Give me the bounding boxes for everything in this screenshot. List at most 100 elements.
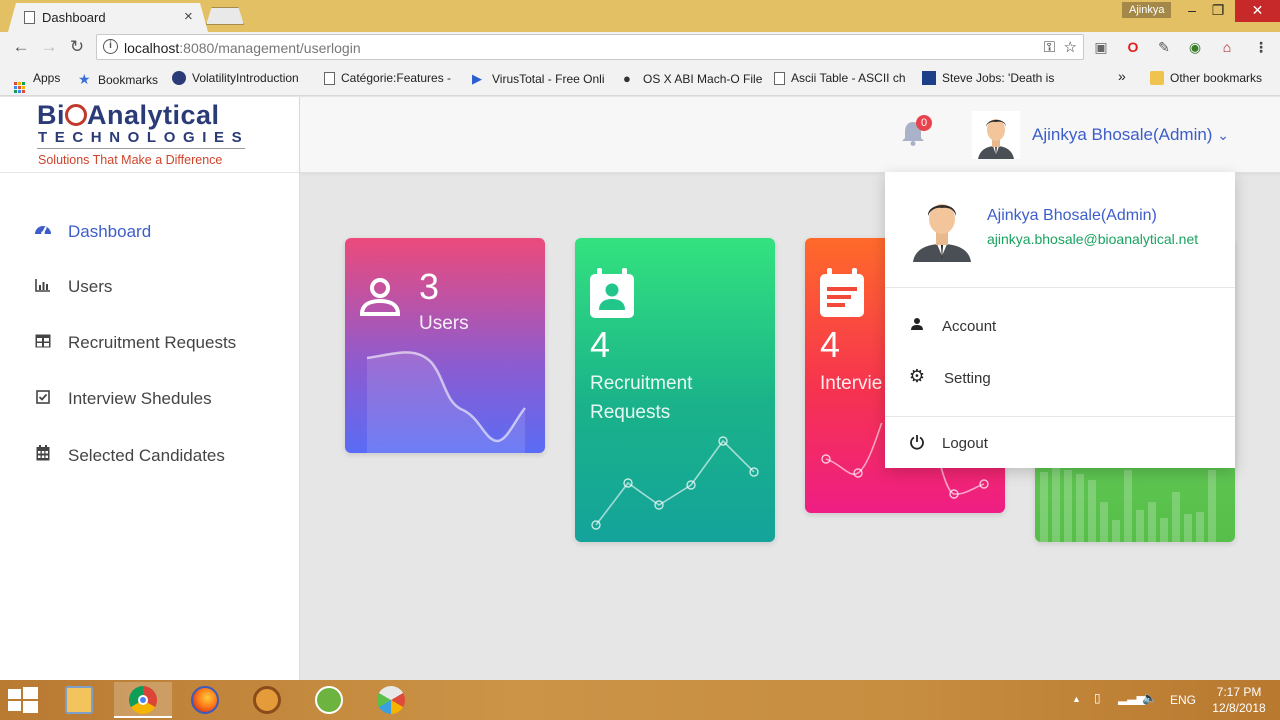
document-icon [774,72,785,85]
taskbar-monkey-app[interactable] [238,682,296,718]
bookmark-virustotal[interactable]: ▶ VirusTotal - Free Onli [472,71,604,86]
sidebar: Bi Analytical TECHNOLOGIES Solutions That… [0,97,300,680]
close-window-button[interactable]: ✕ [1235,0,1280,22]
site-info-icon[interactable]: i [103,39,118,54]
key-icon[interactable]: ⚿ [1044,39,1055,56]
folder-icon [1150,71,1164,85]
taskbar-paint[interactable] [362,682,420,718]
menu-item-account[interactable]: Account [885,307,1235,347]
users-sparkline [366,351,526,453]
sidebar-item-label: Recruitment Requests [68,333,237,352]
bookmark-bookmarks[interactable]: ★ Bookmarks [78,71,158,87]
address-url[interactable]: localhost:8080/management/userlogin [124,40,361,56]
company-logo[interactable]: Bi Analytical TECHNOLOGIES Solutions That… [0,97,300,173]
reload-button[interactable]: ↻ [66,36,88,58]
page-favicon-icon [24,11,35,24]
virustotal-icon: ▶ [472,71,482,86]
bookmark-steve-jobs[interactable]: Steve Jobs: 'Death is [922,71,1054,85]
address-bar[interactable]: i localhost:8080/management/userlogin ⚿ … [96,34,1084,60]
logo-wordmark: Bi Analytical [37,100,220,130]
chevron-down-icon: ⌄ [1217,127,1229,143]
bookmark-macho[interactable]: ● OS X ABI Mach-O File [623,71,762,86]
input-language[interactable]: ENG [1170,693,1196,707]
system-clock[interactable]: 7:17 PM 12/8/2018 [1206,684,1272,716]
gear-icon: ⚙ [908,366,926,386]
notifications-button[interactable]: 0 [900,115,932,147]
tab-close-button[interactable]: × [184,8,193,25]
sidebar-item-label: Dashboard [68,222,152,241]
recruitment-requests-label: Recruitment Requests [590,373,693,423]
user-icon [359,278,401,316]
sidebar-item-dashboard[interactable]: Dashboard [34,221,151,249]
power-icon [907,434,927,454]
bookmarks-bar: Apps ★ Bookmarks VolatilityIntroduction C… [0,62,1280,96]
firefox-icon [191,686,219,714]
bookmark-categorie-features[interactable]: Catégorie:Features - [324,71,451,85]
monkey-app-icon [253,686,281,714]
new-tab-button[interactable] [206,7,244,25]
recruitment-requests-count: 4 [590,324,611,365]
selected-bar-chart [1040,467,1216,542]
menu-item-logout[interactable]: Logout [885,424,1235,464]
recruitment-sparkline [591,436,759,530]
pdf-extension-icon[interactable]: ⌂ [1218,38,1236,56]
forward-button[interactable]: → [38,36,60,58]
person-icon [907,317,927,337]
stat-card-users[interactable]: 3 Users [345,238,545,453]
sidebar-item-interview-schedules[interactable]: Interview Shedules [34,389,212,417]
bookmark-star-icon[interactable]: ☆ [1064,39,1077,56]
eyedropper-icon[interactable]: ✎ [1155,38,1173,56]
menu-item-label: Setting [944,370,991,387]
browser-tab-dashboard[interactable]: Dashboard × [8,3,208,32]
logo-globe-icon [65,104,87,126]
taskbar-firefox[interactable] [176,682,234,718]
tray-overflow-icon[interactable]: ▲ [1072,694,1081,704]
calendar-icon [820,268,864,317]
taskbar-chrome[interactable] [114,682,172,718]
menu-item-label: Logout [942,435,988,452]
back-button[interactable]: ← [10,36,32,58]
dropdown-user-name: Ajinkya Bhosale(Admin) [987,207,1157,224]
star-icon: ★ [78,71,91,87]
stat-card-recruitment-requests[interactable]: 4 Recruitment Requests [575,238,775,542]
interviews-count: 4 [820,324,841,365]
dashboard-gauge-icon [34,221,52,241]
start-button[interactable] [8,687,38,713]
globe-extension-icon[interactable]: ◉ [1186,38,1204,56]
extension-reader-icon[interactable]: ▣ [1092,38,1110,56]
volume-icon[interactable]: 🔈 [1142,691,1157,705]
interviews-label: Intervie [820,373,883,394]
opera-extension-icon[interactable]: O [1124,38,1142,56]
sidebar-item-selected-candidates[interactable]: Selected Candidates [34,445,225,473]
header-user-name: Ajinkya Bhosale(Admin) ⌄ [1032,125,1229,144]
logo-divider [37,148,245,149]
logo-subtitle: TECHNOLOGIES [38,129,250,146]
bookmarks-overflow-button[interactable]: » [1118,68,1126,84]
omnibox-actions: ⚿ ☆ [1044,38,1077,56]
bookmark-apps[interactable]: Apps [14,71,60,93]
sidebar-item-recruitment-requests[interactable]: Recruitment Requests [34,333,236,361]
apps-grid-icon [14,82,25,93]
sidebar-item-users[interactable]: Users [34,277,112,305]
chrome-menu-icon[interactable]: ⋮ [1252,38,1270,56]
users-count: 3 [419,266,440,307]
bookmark-other-bookmarks[interactable]: Other bookmarks [1150,71,1262,85]
bookmark-ascii-table[interactable]: Ascii Table - ASCII ch [774,71,906,85]
bar-chart-icon [34,278,52,296]
app-header: 0 Ajinkya Bhosale(Admin) ⌄ [300,97,1280,173]
spring-leaf-icon [315,686,343,714]
sidebar-item-label: Selected Candidates [68,446,225,465]
clock-date: 12/8/2018 [1212,701,1266,715]
bookmark-volatility[interactable]: VolatilityIntroduction [172,71,299,85]
bookmark-icon [922,71,936,85]
maximize-button[interactable]: ❐ [1203,0,1233,22]
contact-card-icon [590,268,634,318]
taskbar-spring-app[interactable] [300,682,358,718]
battery-icon[interactable]: ▯ [1094,691,1101,705]
dropdown-user-email[interactable]: ajinkya.bhosale@bioanalytical.net [987,231,1198,247]
chrome-profile-badge[interactable]: Ajinkya [1122,2,1172,18]
taskbar-file-explorer[interactable] [50,682,108,718]
sidebar-item-label: Users [68,277,113,296]
dropdown-divider [885,416,1235,417]
menu-item-setting[interactable]: ⚙ Setting [885,359,1235,399]
